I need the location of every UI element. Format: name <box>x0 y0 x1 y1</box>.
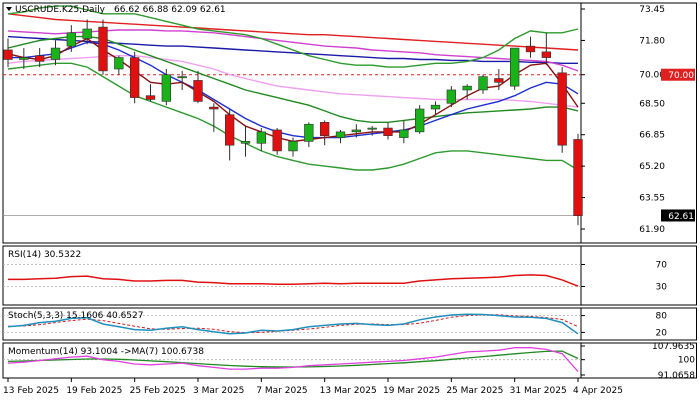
symbol-header: USCRUDE.K25,Daily <box>15 5 106 15</box>
time-tick-label: 19 Feb 2025 <box>66 386 122 396</box>
rsi-frame <box>2 245 697 306</box>
candle-body <box>399 129 409 138</box>
candle-body <box>66 32 76 47</box>
time-tick-label: 25 Feb 2025 <box>130 386 186 396</box>
price-tick-label: 73.45 <box>639 5 665 15</box>
candle-body <box>225 114 235 146</box>
candle-body <box>383 127 393 136</box>
candle-body <box>256 131 266 144</box>
candle-body <box>573 139 583 216</box>
candle-body <box>462 85 472 91</box>
candle-body <box>98 26 108 72</box>
candle-body <box>430 104 441 110</box>
momentum-tick-label: 107.9635 <box>652 342 695 352</box>
candle-body <box>478 76 488 91</box>
candle-body <box>446 89 456 104</box>
momentum-header: Momentum(14) 93.1004 ->MA(7) 100.6738 <box>8 347 204 357</box>
price-panel: 73.45 71.80 70.00 68.50 66.85 65.20 63.55 61.90… <box>3 5 695 235</box>
momentum-tick-label: 100 <box>678 356 695 366</box>
candle-body <box>541 51 551 58</box>
time-tick-label: 3 Mar 2025 <box>193 386 244 396</box>
candle-body <box>335 131 346 138</box>
rsi-panel: 70 30 RSI(14) 30.5322 <box>3 250 667 293</box>
stoch-header: Stoch(5,3,3) 15.1606 40.6527 <box>8 311 143 321</box>
candle-body <box>367 127 377 130</box>
candle-body <box>161 74 171 102</box>
time-tick-label: 19 Mar 2025 <box>383 386 440 396</box>
price-tick-label: 66.85 <box>639 131 665 141</box>
price-tick-label: 71.80 <box>639 36 665 46</box>
momentum-tick-label: 91.0658 <box>658 371 695 381</box>
level-price-tag-label: 70.00 <box>668 71 694 81</box>
overlay-line-6 <box>7 37 579 143</box>
chart-canvas: 73.45 71.80 70.00 68.50 66.85 65.20 63.55 61.90… <box>2 2 697 396</box>
candle-body <box>35 55 45 62</box>
price-tick-label: 63.55 <box>639 194 665 204</box>
price-tick-label: 61.90 <box>639 225 665 235</box>
candle-body <box>351 129 361 133</box>
candle-body <box>82 28 92 39</box>
candle-body <box>557 72 567 146</box>
time-tick-label: 4 Apr 2025 <box>573 386 623 396</box>
candle-body <box>510 47 520 87</box>
candle-body <box>50 47 61 60</box>
candle-body <box>240 141 251 144</box>
candle-body <box>193 80 203 102</box>
collapse-triangle-icon[interactable] <box>6 7 12 11</box>
stoch-tick-label: 20 <box>656 328 668 338</box>
time-tick-label: 31 Mar 2025 <box>510 386 567 396</box>
candle-body <box>525 45 536 53</box>
stoch-tick-label: 80 <box>656 312 668 322</box>
rsi-line <box>8 274 579 287</box>
time-tick-label: 7 Mar 2025 <box>256 386 307 396</box>
price-tick-label: 65.20 <box>639 162 665 172</box>
candle-body <box>145 95 156 100</box>
candle-body <box>494 78 504 83</box>
candle-body <box>3 49 13 60</box>
momentum-panel: 107.9635 100 91.0658 Momentum(14) 93.1004 -… <box>3 342 695 381</box>
candle-body <box>320 122 330 136</box>
candle-body <box>177 76 187 79</box>
ohlc-header: 66.62 66.88 62.09 62.61 <box>114 5 226 15</box>
time-tick-label: 25 Mar 2025 <box>446 386 503 396</box>
price-tick-label: 68.50 <box>639 99 665 109</box>
overlay-line-3 <box>7 55 579 108</box>
time-tick-label: 13 Feb 2025 <box>3 386 59 396</box>
candle-body <box>209 106 219 110</box>
time-axis: 13 Feb 2025 19 Feb 2025 25 Feb 2025 3 Mar 2… <box>3 378 623 396</box>
candle-body <box>114 57 124 70</box>
candle-body <box>272 129 282 152</box>
time-tick-label: 13 Mar 2025 <box>320 386 377 396</box>
candle-body <box>19 57 29 60</box>
candle-body <box>415 108 425 133</box>
candle-body <box>304 123 314 142</box>
rsi-tick-label: 70 <box>656 261 668 271</box>
rsi-header: RSI(14) 30.5322 <box>8 250 81 260</box>
candle-body <box>130 57 140 98</box>
trading-chart: 73.45 71.80 70.00 68.50 66.85 65.20 63.55 61.90… <box>0 0 700 400</box>
current-price-tag-label: 62.61 <box>668 212 694 222</box>
stoch-panel: 80 20 Stoch(5,3,3) 15.1606 40.6527 <box>3 311 667 338</box>
candle-body <box>288 141 298 152</box>
rsi-tick-label: 30 <box>656 283 668 293</box>
